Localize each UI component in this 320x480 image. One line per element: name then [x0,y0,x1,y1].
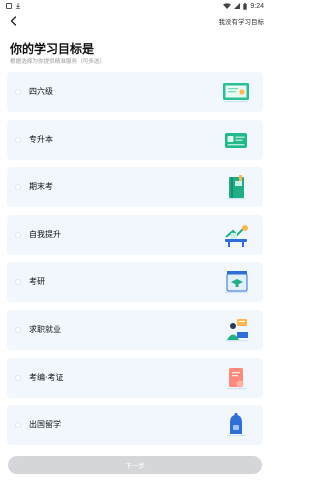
goal-option-job[interactable]: 求职就业 [7,309,263,350]
travel-bag-icon [227,413,246,437]
goal-options-list: 四六级 专升本 期末考 自我提升 考研 求职就业 考编·考证 出国留学 [7,72,263,453]
id-card-icon [225,132,247,148]
goal-option-label: 出国留学 [29,420,61,430]
goal-option-cet[interactable]: 四六级 [7,72,263,112]
page-title: 你的学习目标是 [10,42,95,56]
goal-option-self-improvement[interactable]: 自我提升 [7,214,263,255]
radio-button[interactable] [15,136,21,143]
radio-button[interactable] [15,279,21,286]
radio-button[interactable] [15,422,21,429]
goal-option-label: 四六级 [29,87,53,96]
next-button[interactable]: 下一步 [8,456,262,474]
goal-option-postgraduate[interactable]: 考研 [7,262,263,303]
radio-button[interactable] [15,326,21,333]
goal-option-label: 考研 [29,277,45,287]
certificate-icon [223,83,249,103]
battery-icon [243,2,248,10]
radio-button[interactable] [15,374,21,381]
chevron-left-icon [10,16,16,26]
radio-button[interactable] [15,89,21,95]
goal-option-label: 专升本 [29,134,53,144]
app-notification-icon [6,3,12,9]
goal-option-upgrade[interactable]: 专升本 [7,119,263,160]
top-nav: 我没有学习目标 [0,12,270,30]
job-seeker-icon [225,318,248,342]
goal-option-final-exam[interactable]: 期末考 [7,167,263,208]
status-left [6,3,21,9]
wifi-icon [223,3,232,9]
status-bar: 9:24 [0,0,270,12]
status-right: 9:24 [223,2,264,10]
goal-option-civil-exam[interactable]: 考编·考证 [7,357,263,398]
status-time: 9:24 [250,2,264,10]
graduation-cap-icon [225,271,248,294]
goal-option-label: 考编·考证 [29,372,64,382]
radio-button[interactable] [15,184,21,191]
page-subtitle: 根据选择为你提供精准服务（可多选） [10,59,106,65]
no-goal-link[interactable]: 我没有学习目标 [219,16,265,26]
goal-option-label: 自我提升 [29,229,61,239]
book-icon [227,175,246,200]
goal-option-label: 期末考 [29,182,53,192]
signal-icon [234,3,241,9]
goal-option-study-abroad[interactable]: 出国留学 [7,405,263,446]
goal-option-label: 求职就业 [29,324,61,334]
back-button[interactable] [6,14,20,28]
radio-button[interactable] [15,231,21,238]
growth-desk-icon [225,224,248,247]
exam-document-icon [227,367,246,389]
download-icon [16,3,20,9]
